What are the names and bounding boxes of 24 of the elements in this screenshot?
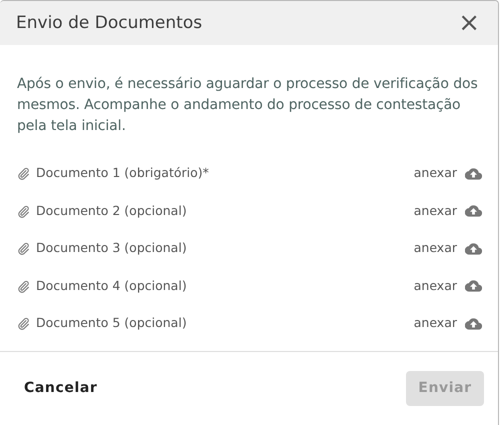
attach-link[interactable]: anexar [414, 276, 457, 296]
document-label: Documento 4 (opcional) [36, 276, 187, 295]
info-message: Após o envio, é necessário aguardar o processo de verificação dos mesmos. Acompanhe o andamento do processo de contestação pela tela inicial. [16, 75, 479, 136]
cancel-button[interactable]: Cancelar [24, 378, 98, 399]
paperclip-icon [17, 317, 30, 330]
cloud-upload-icon[interactable] [465, 318, 482, 330]
paperclip-icon [17, 204, 30, 218]
paperclip-icon [17, 167, 30, 180]
cloud-upload-icon[interactable] [465, 280, 482, 292]
attach-link[interactable]: anexar [414, 202, 457, 221]
cloud-upload-icon[interactable] [465, 168, 482, 180]
document-label: Documento 5 (opcional) [36, 314, 187, 332]
cloud-upload-icon[interactable] [465, 242, 482, 255]
close-button[interactable]: × [456, 10, 482, 36]
document-label: Documento 2 (opcional) [36, 202, 187, 220]
paperclip-icon [17, 280, 30, 293]
attach-link[interactable]: anexar [414, 314, 457, 334]
attach-link[interactable]: anexar [414, 164, 457, 184]
attach-link[interactable]: anexar [414, 239, 457, 258]
cloud-upload-icon[interactable] [465, 205, 482, 218]
document-label: Documento 1 (obrigatório)* [36, 164, 209, 182]
dialog-title: Envio de Documentos [16, 12, 202, 34]
paperclip-icon [17, 242, 30, 256]
document-label: Documento 3 (opcional) [36, 239, 187, 258]
